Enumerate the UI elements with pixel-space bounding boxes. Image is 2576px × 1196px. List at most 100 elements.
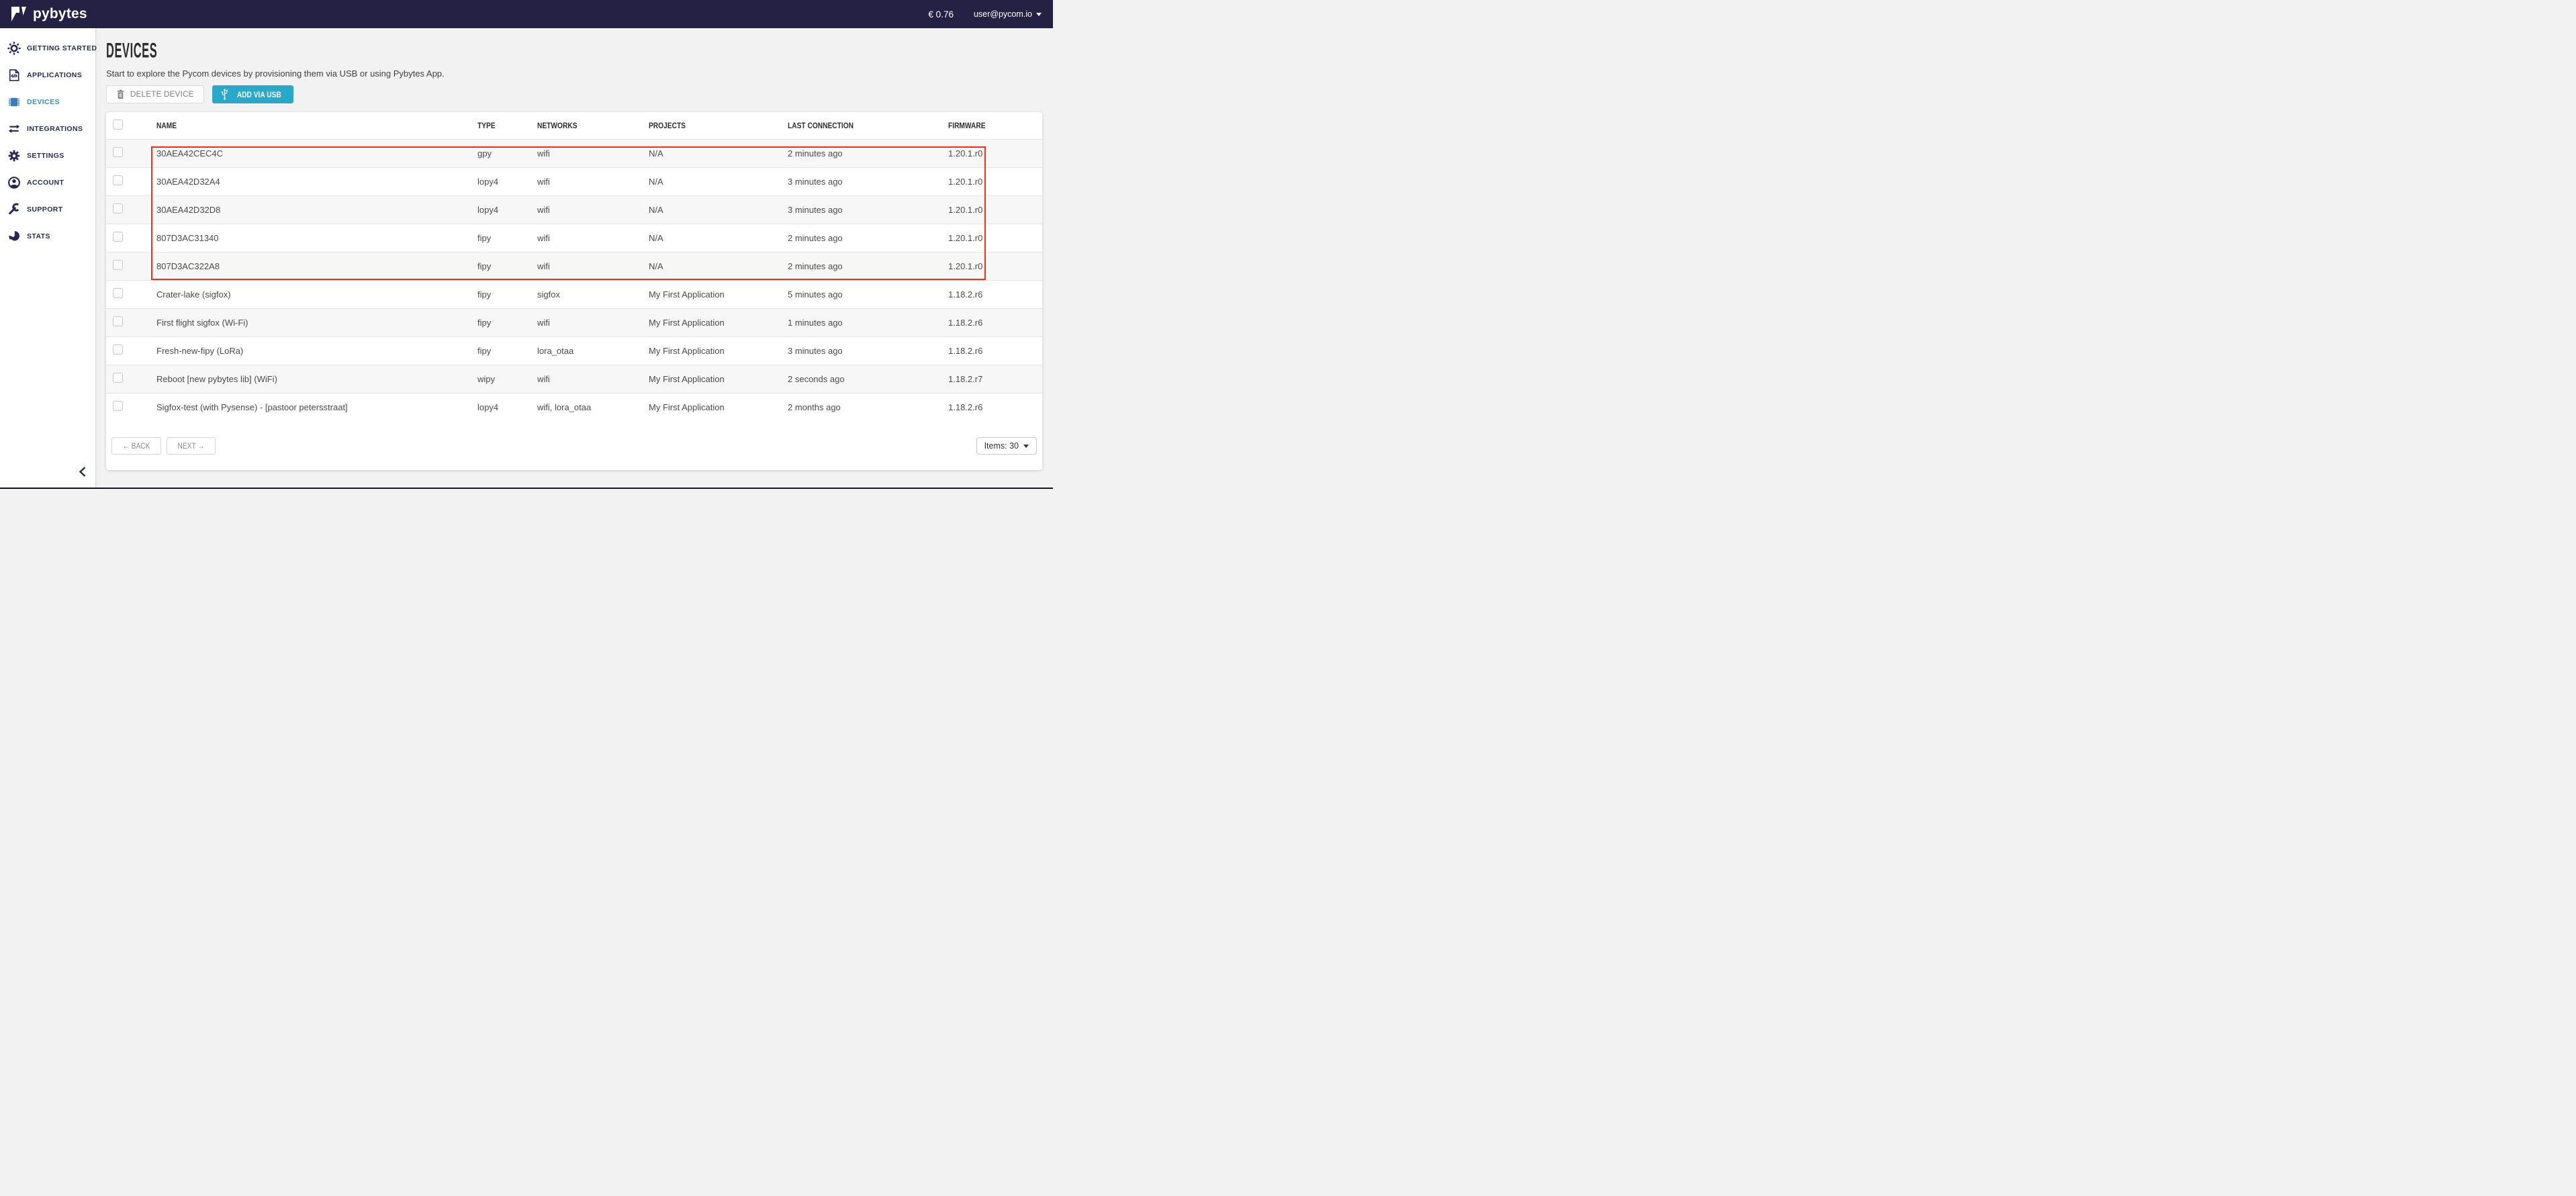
cell-projects: My First Application bbox=[649, 365, 788, 393]
sidebar-item-label: APPLICATIONS bbox=[27, 71, 82, 79]
cell-networks: wifi bbox=[537, 252, 649, 280]
sidebar-item-account[interactable]: ACCOUNT bbox=[0, 169, 95, 196]
column-header-networks: NETWORKS bbox=[537, 112, 649, 139]
table-row[interactable]: 30AEA42D32D8 lopy4 wifi N/A 3 minutes ag… bbox=[106, 195, 1042, 224]
cell-name: 30AEA42CEC4C bbox=[156, 139, 477, 167]
cell-projects: N/A bbox=[649, 252, 788, 280]
cell-projects: My First Application bbox=[649, 393, 788, 421]
cell-projects: N/A bbox=[649, 167, 788, 195]
cell-networks: wifi bbox=[537, 139, 649, 167]
cell-networks: wifi bbox=[537, 365, 649, 393]
cell-networks: lora_otaa bbox=[537, 336, 649, 365]
row-checkbox[interactable] bbox=[113, 288, 123, 298]
cell-type: fipy bbox=[477, 224, 537, 252]
cell-name: Crater-lake (sigfox) bbox=[156, 280, 477, 308]
trash-icon bbox=[116, 89, 125, 99]
row-checkbox[interactable] bbox=[113, 147, 123, 157]
sidebar-item-label: ACCOUNT bbox=[27, 179, 64, 187]
add-via-usb-button[interactable]: ADD VIA USB bbox=[212, 85, 294, 103]
table-row[interactable]: 807D3AC31340 fipy wifi N/A 2 minutes ago… bbox=[106, 224, 1042, 252]
sidebar-item-getting-started[interactable]: GETTING STARTED bbox=[0, 35, 95, 62]
cell-firmware: 1.18.2.r6 bbox=[948, 280, 1042, 308]
chip-icon bbox=[7, 95, 21, 109]
row-checkbox[interactable] bbox=[113, 175, 123, 185]
cell-firmware: 1.20.1.r0 bbox=[948, 139, 1042, 167]
cell-type: lopy4 bbox=[477, 167, 537, 195]
column-header-type: TYPE bbox=[477, 112, 537, 139]
items-per-page-label: Items: 30 bbox=[984, 441, 1019, 451]
devices-table-card: NAME TYPE NETWORKS PROJECTS LAST CONNECT… bbox=[106, 112, 1042, 470]
row-checkbox[interactable] bbox=[113, 401, 123, 411]
cell-networks: wifi bbox=[537, 195, 649, 224]
window-bottom-edge bbox=[0, 488, 1053, 489]
table-row[interactable]: 30AEA42D32A4 lopy4 wifi N/A 3 minutes ag… bbox=[106, 167, 1042, 195]
table-row[interactable]: Crater-lake (sigfox) fipy sigfox My Firs… bbox=[106, 280, 1042, 308]
table-footer: ← BACK NEXT → Items: 30 bbox=[106, 421, 1042, 470]
cell-type: gpy bbox=[477, 139, 537, 167]
back-button[interactable]: ← BACK bbox=[111, 437, 161, 455]
cell-type: wipy bbox=[477, 365, 537, 393]
row-checkbox[interactable] bbox=[113, 260, 123, 270]
chevron-down-icon bbox=[1036, 13, 1042, 16]
table-header-row: NAME TYPE NETWORKS PROJECTS LAST CONNECT… bbox=[106, 112, 1042, 139]
cell-last-connection: 2 minutes ago bbox=[788, 252, 948, 280]
cell-projects: My First Application bbox=[649, 280, 788, 308]
items-per-page-dropdown[interactable]: Items: 30 bbox=[976, 437, 1037, 455]
row-checkbox[interactable] bbox=[113, 203, 123, 214]
table-row[interactable]: Fresh-new-fipy (LoRa) fipy lora_otaa My … bbox=[106, 336, 1042, 365]
cell-firmware: 1.18.2.r7 bbox=[948, 365, 1042, 393]
row-checkbox[interactable] bbox=[113, 373, 123, 383]
select-all-checkbox[interactable] bbox=[113, 120, 123, 130]
sidebar-item-devices[interactable]: DEVICES bbox=[0, 89, 95, 116]
cell-firmware: 1.18.2.r6 bbox=[948, 393, 1042, 421]
user-menu[interactable]: user@pycom.io bbox=[974, 9, 1042, 19]
user-circle-icon bbox=[7, 176, 21, 189]
cell-name: Reboot [new pybytes lib] (WiFi) bbox=[156, 365, 477, 393]
sidebar-item-settings[interactable]: SETTINGS bbox=[0, 142, 95, 169]
sidebar-item-support[interactable]: SUPPORT bbox=[0, 196, 95, 223]
cell-name: Fresh-new-fipy (LoRa) bbox=[156, 336, 477, 365]
cell-networks: wifi bbox=[537, 224, 649, 252]
sidebar-collapse-chevron-icon[interactable] bbox=[79, 466, 87, 481]
sidebar-item-label: DEVICES bbox=[27, 98, 60, 106]
top-bar: pybytes € 0.76 user@pycom.io bbox=[0, 0, 1053, 28]
chevron-down-icon bbox=[1023, 445, 1029, 448]
table-row[interactable]: First flight sigfox (Wi-Fi) fipy wifi My… bbox=[106, 308, 1042, 336]
row-checkbox[interactable] bbox=[113, 344, 123, 355]
sidebar-item-label: SUPPORT bbox=[27, 205, 63, 214]
sidebar-item-label: SETTINGS bbox=[27, 152, 64, 160]
cell-projects: My First Application bbox=[649, 308, 788, 336]
add-via-usb-label: ADD VIA USB bbox=[236, 90, 281, 99]
table-row[interactable]: 30AEA42CEC4C gpy wifi N/A 2 minutes ago … bbox=[106, 139, 1042, 167]
cell-networks: sigfox bbox=[537, 280, 649, 308]
sidebar-item-label: STATS bbox=[27, 232, 50, 240]
column-header-last-connection: LAST CONNECTION bbox=[788, 112, 948, 139]
cell-type: lopy4 bbox=[477, 195, 537, 224]
cell-last-connection: 1 minutes ago bbox=[788, 308, 948, 336]
cell-firmware: 1.20.1.r0 bbox=[948, 224, 1042, 252]
row-checkbox[interactable] bbox=[113, 232, 123, 242]
table-row[interactable]: Reboot [new pybytes lib] (WiFi) wipy wif… bbox=[106, 365, 1042, 393]
cell-projects: N/A bbox=[649, 224, 788, 252]
cell-last-connection: 3 minutes ago bbox=[788, 167, 948, 195]
delete-device-label: DELETE DEVICE bbox=[130, 91, 194, 99]
usb-icon bbox=[221, 89, 228, 100]
wrench-icon bbox=[7, 203, 21, 216]
table-row[interactable]: Sigfox-test (with Pysense) - [pastoor pe… bbox=[106, 393, 1042, 421]
sidebar-item-stats[interactable]: STATS bbox=[0, 223, 95, 250]
cell-networks: wifi, lora_otaa bbox=[537, 393, 649, 421]
cell-networks: wifi bbox=[537, 167, 649, 195]
delete-device-button[interactable]: DELETE DEVICE bbox=[106, 85, 204, 103]
code-document-icon bbox=[7, 68, 21, 82]
toolbar: DELETE DEVICE ADD VIA USB bbox=[106, 85, 1042, 103]
row-checkbox[interactable] bbox=[113, 316, 123, 326]
cell-name: Sigfox-test (with Pysense) - [pastoor pe… bbox=[156, 393, 477, 421]
pybytes-logo[interactable]: pybytes bbox=[11, 6, 87, 22]
sidebar-item-integrations[interactable]: INTEGRATIONS bbox=[0, 116, 95, 142]
next-button[interactable]: NEXT → bbox=[167, 437, 216, 455]
cell-networks: wifi bbox=[537, 308, 649, 336]
sidebar-item-applications[interactable]: APPLICATIONS bbox=[0, 62, 95, 89]
app-window: pybytes € 0.76 user@pycom.io GETTING STA… bbox=[0, 0, 1053, 489]
gear-icon bbox=[7, 149, 21, 163]
table-row[interactable]: 807D3AC322A8 fipy wifi N/A 2 minutes ago… bbox=[106, 252, 1042, 280]
